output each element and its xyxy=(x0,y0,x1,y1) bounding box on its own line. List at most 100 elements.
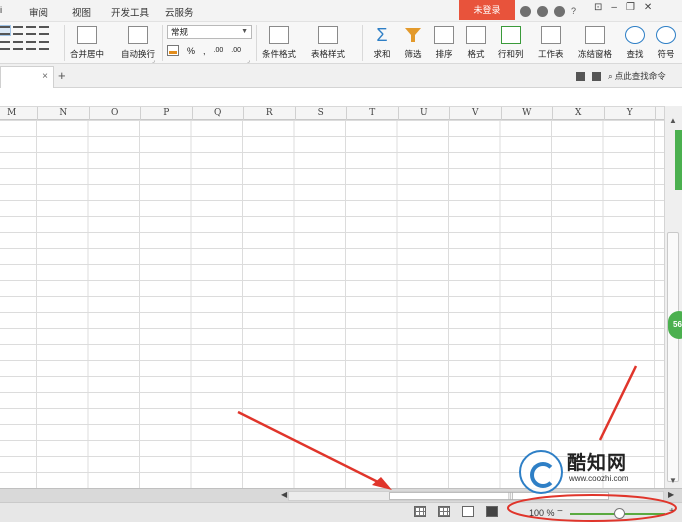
column-header[interactable]: S xyxy=(296,107,347,120)
cell-grid[interactable] xyxy=(0,120,664,488)
watermark: 酷知网 www.coozhi.com xyxy=(513,444,673,500)
number-format-select[interactable]: 常规 ▼ xyxy=(167,25,252,39)
justify-icon[interactable] xyxy=(13,41,23,50)
row-col-button[interactable]: 行和列 xyxy=(498,24,524,60)
dialog-launcher-icon[interactable]: ⌟ xyxy=(247,57,250,64)
worksheet-icon xyxy=(540,26,561,44)
align-middle-icon[interactable] xyxy=(39,41,49,50)
table-style-button[interactable]: 表格样式 xyxy=(311,24,345,60)
menu-item-view[interactable]: 视图 xyxy=(72,5,91,19)
filter-button[interactable]: 筛选 xyxy=(403,24,423,60)
chevron-down-icon: ▼ xyxy=(241,28,248,35)
merge-center-label: 合并居中 xyxy=(70,49,105,59)
symbol-label: 符号 xyxy=(657,49,675,59)
page-layout-view-icon[interactable] xyxy=(438,506,450,517)
symbol-button[interactable]: 符号 xyxy=(656,24,676,60)
row-col-icon xyxy=(500,26,521,44)
align-left-icon[interactable] xyxy=(0,25,11,36)
conditional-format-label: 条件格式 xyxy=(262,49,297,59)
present-icon[interactable] xyxy=(576,71,585,81)
comma-button[interactable]: , xyxy=(203,46,206,56)
alignment-group xyxy=(0,25,62,56)
side-panel-tab[interactable] xyxy=(675,130,682,190)
help-icon[interactable]: ? xyxy=(571,6,576,16)
worksheet-button[interactable]: 工作表 xyxy=(538,24,564,60)
ribbon-separator xyxy=(362,25,363,61)
settings-icon[interactable] xyxy=(537,5,548,17)
scroll-up-icon[interactable]: ▲ xyxy=(669,116,677,125)
column-header[interactable]: W xyxy=(502,107,553,120)
decrease-decimal-button[interactable]: .00 xyxy=(231,47,241,54)
zoom-level-label[interactable]: 100 % xyxy=(529,508,555,518)
dialog-launcher-icon[interactable]: ⌟ xyxy=(152,57,155,64)
column-header[interactable]: Y xyxy=(605,107,656,120)
menu-item-cloud[interactable]: 云服务 xyxy=(165,5,194,19)
sort-label: 排序 xyxy=(435,49,453,59)
share-icon[interactable] xyxy=(554,5,565,17)
restore-icon[interactable]: ⊡ xyxy=(594,2,602,13)
find-button[interactable]: 查找 xyxy=(625,24,645,60)
minimize-icon[interactable]: – xyxy=(611,2,617,13)
find-icon xyxy=(625,26,645,44)
indent-increase-icon[interactable] xyxy=(39,26,49,35)
sum-label: 求和 xyxy=(373,49,391,59)
column-header[interactable]: R xyxy=(244,107,296,120)
ribbon-separator xyxy=(256,25,257,61)
flag-icon[interactable] xyxy=(592,71,601,81)
merge-center-icon xyxy=(77,26,97,44)
sum-button[interactable]: Σ 求和 xyxy=(372,24,392,60)
document-tab-bar: × + ⌕ 点此查找命令 xyxy=(0,64,682,88)
close-tab-icon[interactable]: × xyxy=(42,71,48,82)
currency-icon[interactable] xyxy=(167,45,179,56)
indent-decrease-icon[interactable] xyxy=(26,26,36,35)
menu-item-developer[interactable]: 开发工具 xyxy=(111,5,149,19)
login-button[interactable]: 未登录 xyxy=(459,0,515,20)
merge-center-button[interactable]: 合并居中 xyxy=(70,24,104,60)
zoom-slider-knob[interactable] xyxy=(614,508,625,519)
distributed-icon[interactable] xyxy=(26,41,36,50)
increase-decimal-button[interactable]: .00 xyxy=(214,47,224,54)
document-tab[interactable]: × xyxy=(0,66,54,88)
number-format-value: 常规 xyxy=(171,27,189,37)
column-header[interactable]: U xyxy=(399,107,450,120)
column-header[interactable]: M xyxy=(0,107,38,120)
freeze-panes-button[interactable]: 冻结窗格 xyxy=(578,24,612,60)
column-header[interactable]: N xyxy=(38,107,90,120)
menu-item-review[interactable]: 审阅 xyxy=(29,5,48,19)
column-header[interactable]: X xyxy=(553,107,605,120)
column-header[interactable]: O xyxy=(90,107,141,120)
ribbon-separator xyxy=(64,25,65,61)
column-header[interactable]: V xyxy=(450,107,502,120)
symbol-icon xyxy=(656,26,676,44)
zoom-out-icon[interactable]: − xyxy=(557,506,563,517)
column-headers: MNOPQRSTUVWXY xyxy=(0,106,664,120)
filter-icon xyxy=(403,26,423,44)
side-badge[interactable]: 56 xyxy=(668,311,682,339)
new-tab-icon[interactable]: + xyxy=(58,68,66,83)
maximize-icon[interactable]: ❐ xyxy=(626,2,635,13)
column-header[interactable]: Q xyxy=(193,107,244,120)
zoom-in-icon[interactable]: + xyxy=(669,506,675,517)
status-bar: 100 % − + xyxy=(0,502,682,522)
column-header[interactable]: T xyxy=(347,107,399,120)
percent-button[interactable]: % xyxy=(187,46,195,56)
align-center-icon[interactable] xyxy=(13,26,23,35)
reading-view-icon[interactable] xyxy=(486,506,498,517)
close-icon[interactable]: ✕ xyxy=(644,2,652,13)
align-right-icon[interactable] xyxy=(0,41,10,50)
search-command-box[interactable]: ⌕ 点此查找命令 xyxy=(608,70,666,82)
conditional-format-button[interactable]: 条件格式 xyxy=(262,24,296,60)
menu-item-partial[interactable]: i xyxy=(0,5,2,16)
window-controls: ⊡ – ❐ ✕ xyxy=(594,2,652,13)
page-break-view-icon[interactable] xyxy=(462,506,474,517)
column-header[interactable]: P xyxy=(141,107,193,120)
ribbon-separator xyxy=(162,25,163,61)
freeze-panes-icon xyxy=(585,26,605,44)
normal-view-icon[interactable] xyxy=(414,506,426,517)
skin-icon[interactable] xyxy=(520,5,531,17)
format-button[interactable]: 格式 xyxy=(466,24,486,60)
scroll-left-icon[interactable]: ◀ xyxy=(281,490,287,499)
sort-button[interactable]: 排序 xyxy=(434,24,454,60)
table-style-label: 表格样式 xyxy=(311,49,346,59)
wrap-text-button[interactable]: 自动换行 xyxy=(121,24,155,60)
